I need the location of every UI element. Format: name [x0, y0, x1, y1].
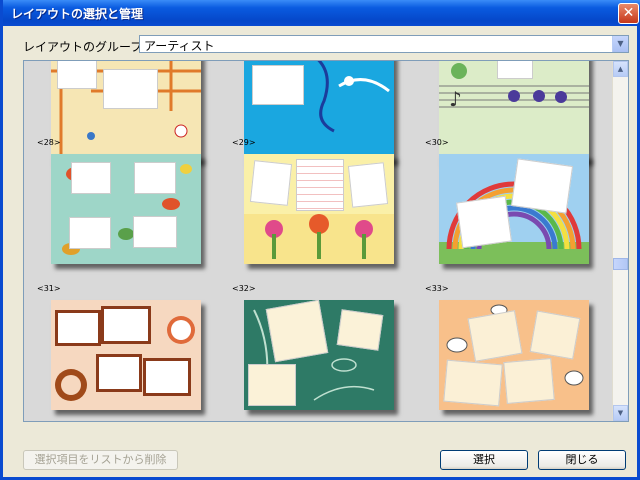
layout-label: <28>: [37, 138, 61, 147]
layout-thumbnail-27c[interactable]: ♪: [439, 61, 589, 161]
photo-frame: [265, 300, 329, 363]
photo-frame: [249, 160, 293, 206]
layout-label: <33>: [425, 284, 449, 293]
layout-label: <31>: [37, 284, 61, 293]
photo-frame: [503, 357, 555, 405]
photo-frame: [248, 364, 296, 406]
layout-thumbnail-27a[interactable]: [51, 61, 201, 161]
group-name-value: アーティスト: [144, 39, 215, 53]
photo-frame: [296, 159, 344, 211]
svg-text:♪: ♪: [449, 87, 462, 111]
group-name-select[interactable]: アーティスト ▼: [139, 35, 629, 53]
layout-thumbnail-31[interactable]: [51, 300, 201, 410]
photo-frame: [252, 65, 304, 105]
layout-manager-window: レイアウトの選択と管理 ✕ レイアウトのグループ名 アーティスト ▼ ♪ <28…: [0, 0, 640, 480]
photo-frame: [497, 61, 533, 79]
photo-frame: [347, 162, 389, 208]
layout-thumbnail-29[interactable]: [244, 154, 394, 264]
layout-thumbnail-33[interactable]: [439, 300, 589, 410]
select-button[interactable]: 選択: [440, 450, 528, 470]
chevron-down-icon[interactable]: ▼: [612, 36, 628, 52]
photo-frame: [467, 310, 523, 362]
scroll-thumb[interactable]: [613, 258, 628, 270]
layout-thumbnail-28[interactable]: [51, 154, 201, 264]
vertical-scrollbar[interactable]: ▲ ▼: [612, 61, 628, 421]
photo-frame: [134, 162, 176, 194]
close-window-button[interactable]: ✕: [618, 3, 639, 24]
layout-thumbnail-27b[interactable]: [244, 61, 394, 161]
photo-frame: [133, 216, 177, 248]
layout-thumbnail-32[interactable]: [244, 300, 394, 410]
photo-frame: [510, 158, 574, 214]
close-button[interactable]: 閉じる: [538, 450, 626, 470]
photo-frame: [101, 306, 151, 344]
photo-frame: [57, 61, 97, 89]
photo-frame: [103, 69, 158, 109]
photo-frame: [443, 359, 503, 407]
layout-thumbnail-grid[interactable]: ♪ <28> <29> <30> <31> <32> <33> ▲ ▼: [23, 60, 629, 422]
layout-label: <32>: [232, 284, 256, 293]
photo-frame: [55, 310, 101, 346]
layout-label: <29>: [232, 138, 256, 147]
scroll-down-button[interactable]: ▼: [613, 405, 628, 421]
layout-label: <30>: [425, 138, 449, 147]
photo-frame: [529, 310, 581, 360]
remove-from-list-button[interactable]: 選択項目をリストから削除: [23, 450, 178, 470]
photo-frame: [69, 217, 111, 249]
window-title: レイアウトの選択と管理: [11, 7, 144, 21]
title-bar[interactable]: レイアウトの選択と管理 ✕: [3, 0, 640, 26]
photo-frame: [96, 354, 142, 392]
scroll-up-button[interactable]: ▲: [613, 61, 628, 77]
photo-frame: [336, 309, 384, 351]
photo-frame: [71, 162, 111, 194]
photo-frame: [143, 358, 191, 396]
photo-frame: [456, 195, 512, 249]
group-name-label: レイアウトのグループ名: [23, 40, 155, 54]
layout-thumbnail-30[interactable]: [439, 154, 589, 264]
